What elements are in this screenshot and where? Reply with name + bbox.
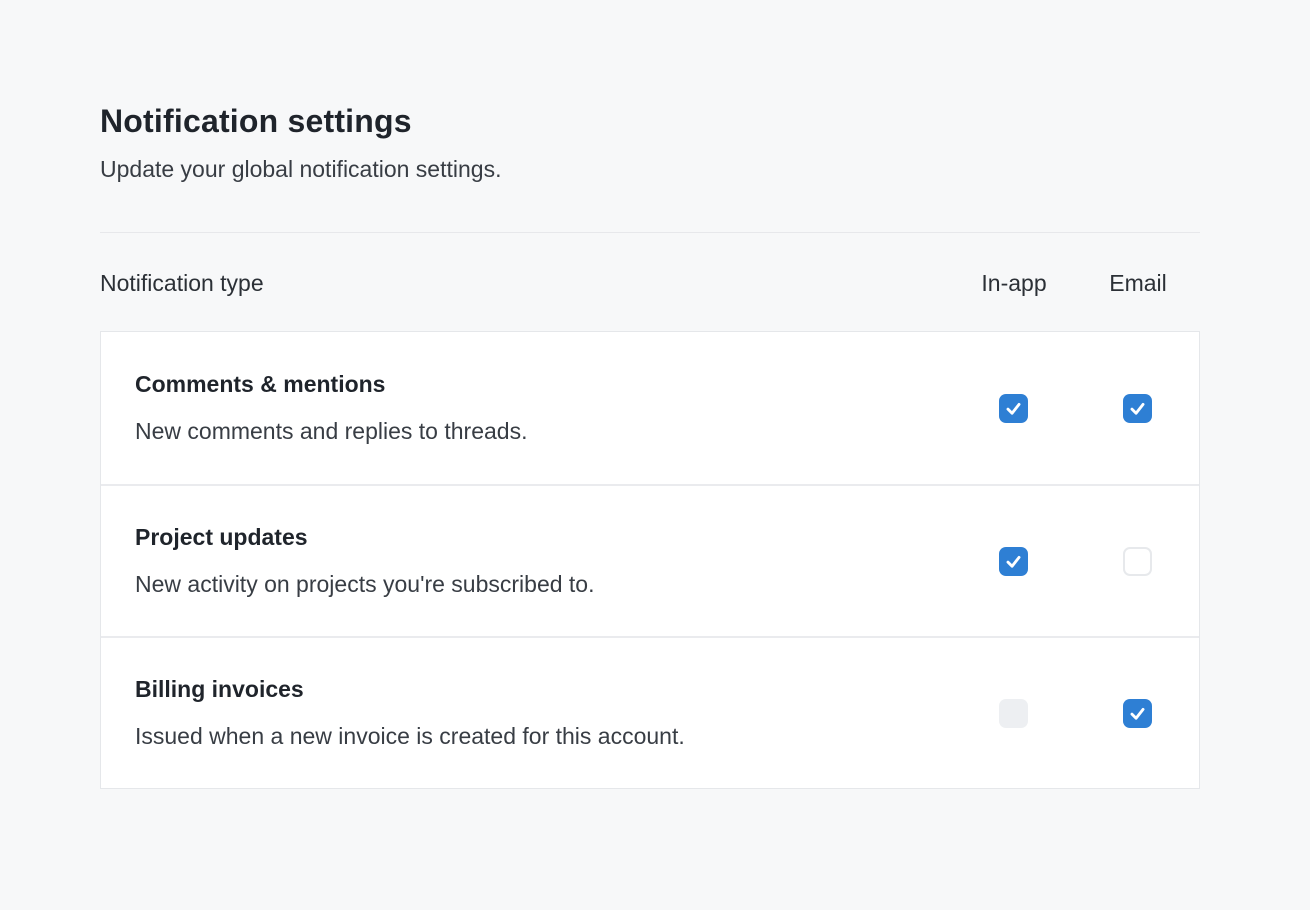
row-title: Comments & mentions — [135, 369, 931, 399]
column-header-email: Email — [1076, 267, 1200, 299]
check-icon — [1004, 399, 1023, 418]
in-app-cell — [951, 547, 1075, 576]
column-header-in-app: In-app — [952, 267, 1076, 299]
notification-settings-page: Notification settings Update your global… — [100, 0, 1200, 789]
checkbox-billing-in-app — [999, 699, 1028, 728]
in-app-cell — [951, 394, 1075, 423]
table-row-project-updates: Project updates New activity on projects… — [101, 484, 1199, 636]
row-text: Billing invoices Issued when a new invoi… — [135, 640, 951, 786]
check-icon — [1128, 399, 1147, 418]
row-title: Project updates — [135, 522, 931, 552]
row-description: New comments and replies to threads. — [135, 415, 931, 447]
email-cell — [1075, 547, 1199, 576]
checkbox-projects-in-app[interactable] — [999, 547, 1028, 576]
table-row-billing-invoices: Billing invoices Issued when a new invoi… — [101, 636, 1199, 788]
page-subtitle: Update your global notification settings… — [100, 152, 1200, 186]
check-icon — [1128, 704, 1147, 723]
check-icon — [1004, 552, 1023, 571]
row-text: Project updates New activity on projects… — [135, 488, 951, 634]
notification-settings-card: Comments & mentions New comments and rep… — [100, 331, 1200, 789]
in-app-cell — [951, 699, 1075, 728]
column-header-notification-type: Notification type — [100, 267, 952, 299]
checkbox-comments-in-app[interactable] — [999, 394, 1028, 423]
checkbox-comments-email[interactable] — [1123, 394, 1152, 423]
email-cell — [1075, 394, 1199, 423]
checkbox-projects-email[interactable] — [1123, 547, 1152, 576]
row-description: New activity on projects you're subscrib… — [135, 568, 931, 600]
table-header: Notification type In-app Email — [100, 267, 1200, 299]
email-cell — [1075, 699, 1199, 728]
checkbox-billing-email[interactable] — [1123, 699, 1152, 728]
table-row-comments-mentions: Comments & mentions New comments and rep… — [101, 332, 1199, 484]
section-divider — [100, 232, 1200, 233]
page-title: Notification settings — [100, 0, 1200, 142]
row-description: Issued when a new invoice is created for… — [135, 720, 931, 752]
row-title: Billing invoices — [135, 674, 931, 704]
row-text: Comments & mentions New comments and rep… — [135, 335, 951, 481]
